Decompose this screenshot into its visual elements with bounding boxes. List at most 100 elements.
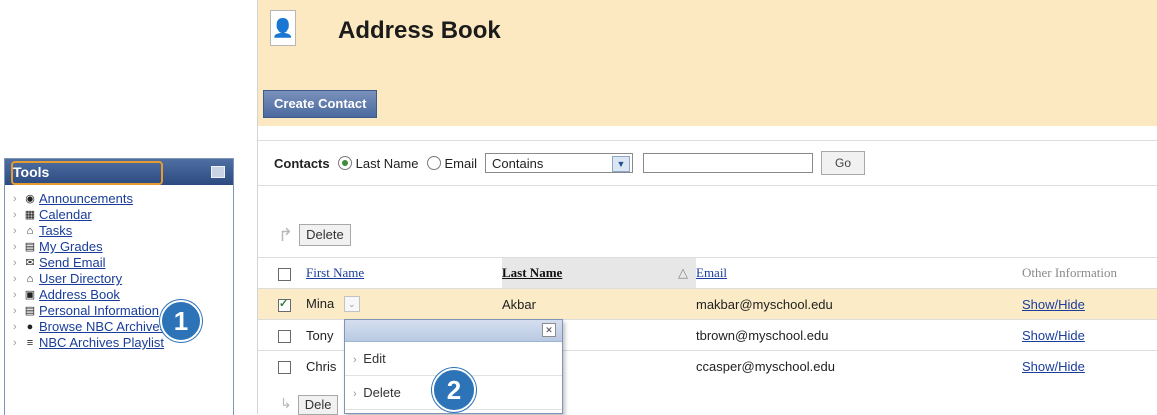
tools-item-tasks[interactable]: › ⌂ Tasks: [13, 223, 233, 239]
chevron-down-icon[interactable]: ▼: [612, 156, 631, 172]
close-icon[interactable]: ✕: [542, 323, 556, 337]
show-hide-link[interactable]: Show/Hide: [1022, 359, 1085, 374]
tools-item-announcements[interactable]: › ◉ Announcements: [13, 191, 233, 207]
radio-lastname[interactable]: Last Name: [337, 155, 419, 171]
nbc-archives-icon: ●: [26, 321, 34, 333]
row-select-cell: [258, 288, 306, 320]
radio-email-control[interactable]: [426, 156, 441, 170]
tools-panel: Tools › ◉ Announcements › ▦ Calendar › ⌂ Tasks › ▤…: [4, 158, 234, 415]
chevron-right-icon: ›: [13, 209, 17, 221]
chevron-right-icon: ›: [353, 388, 357, 400]
operator-select[interactable]: Contains ▼: [485, 153, 634, 173]
chevron-right-icon: ›: [13, 273, 17, 285]
radio-lastname-label: Last Name: [355, 155, 419, 171]
tools-item-label[interactable]: NBC Archives Playlist: [39, 335, 164, 351]
table-row: Mina ⌄ Akbar makbar@myschool.edu Show/Hi…: [258, 288, 1157, 320]
tools-item-label[interactable]: My Grades: [39, 239, 103, 255]
chevron-right-icon: ›: [13, 305, 17, 317]
delete-button-bottom[interactable]: Dele: [297, 395, 339, 415]
page-header: 👤 Address Book Create Contact: [258, 0, 1157, 126]
show-hide-link[interactable]: Show/Hide: [1022, 297, 1085, 312]
announcements-icon: ◉: [25, 193, 35, 205]
create-contact-button[interactable]: Create Contact: [263, 90, 378, 118]
radio-email-label: Email: [444, 155, 478, 171]
row-select-cell: [258, 350, 306, 381]
action-bar-top: ↱ Delete: [258, 218, 1157, 252]
tools-item-send-email[interactable]: › ✉ Send Email: [13, 255, 233, 271]
chevron-right-icon: ›: [13, 289, 17, 301]
col-last-name-link[interactable]: Last Name: [502, 265, 562, 280]
show-hide-link[interactable]: Show/Hide: [1022, 328, 1085, 343]
address-book-icon: ▣: [24, 289, 36, 301]
email-icon: ✉: [25, 257, 35, 269]
chevron-right-icon: ›: [13, 241, 17, 253]
email: tbrown@myschool.edu: [696, 319, 1022, 351]
other-info-cell: Show/Hide: [1022, 319, 1157, 351]
tools-item-label[interactable]: Address Book: [39, 287, 120, 303]
go-button[interactable]: Go: [821, 151, 866, 175]
selection-arrow-icon: ↱: [278, 224, 294, 245]
callout-2: 2: [432, 368, 476, 412]
grades-icon: ▤: [24, 241, 36, 253]
calendar-icon: ▦: [24, 209, 36, 221]
chevron-right-icon: ›: [353, 354, 357, 366]
context-menu-chevron-icon[interactable]: ⌄: [343, 296, 360, 313]
first-name-cell: Mina ⌄: [306, 288, 502, 320]
last-name: Akbar: [502, 288, 696, 320]
radio-lastname-control[interactable]: [337, 156, 352, 170]
other-info-cell: Show/Hide: [1022, 288, 1157, 320]
chevron-right-icon: ›: [13, 225, 17, 237]
select-all-cell: [258, 257, 306, 289]
tools-item-nbc-archives-playlist[interactable]: › ≡ NBC Archives Playlist: [13, 335, 233, 351]
tools-item-label[interactable]: Tasks: [39, 223, 72, 239]
col-email[interactable]: Email: [696, 257, 1022, 289]
row-checkbox[interactable]: [278, 360, 291, 374]
first-name: Mina: [306, 295, 335, 311]
tools-item-label[interactable]: Announcements: [39, 191, 133, 207]
col-email-link[interactable]: Email: [696, 265, 727, 280]
search-bar: Contacts Last Name Email Contains ▼ Go: [258, 140, 1157, 186]
tools-title: Tools: [13, 164, 50, 180]
delete-button[interactable]: Delete: [299, 224, 351, 246]
tools-item-label[interactable]: User Directory: [39, 271, 122, 287]
tools-item-address-book[interactable]: › ▣ Address Book: [13, 287, 233, 303]
chevron-right-icon: ›: [13, 321, 17, 333]
tools-item-user-directory[interactable]: › ⌂ User Directory: [13, 271, 233, 287]
selection-arrow-icon: ↳: [280, 395, 292, 411]
tools-item-label[interactable]: Browse NBC Archives: [39, 319, 166, 335]
col-other-info: Other Information: [1022, 257, 1157, 289]
menu-item-edit-label: Edit: [363, 351, 386, 366]
chevron-right-icon: ›: [13, 257, 17, 269]
tasks-icon: ⌂: [26, 225, 34, 237]
context-menu-header: ✕: [345, 320, 562, 342]
col-first-name[interactable]: First Name: [306, 257, 502, 289]
address-book-page-icon: 👤: [270, 10, 296, 46]
callout-1: 1: [160, 300, 202, 342]
operator-selected-value: Contains: [492, 155, 544, 171]
other-info-cell: Show/Hide: [1022, 350, 1157, 381]
email: makbar@myschool.edu: [696, 288, 1022, 320]
contacts-label: Contacts: [274, 155, 330, 171]
user-directory-icon: ⌂: [26, 273, 34, 285]
radio-email[interactable]: Email: [426, 155, 478, 171]
chevron-right-icon: ›: [13, 193, 17, 205]
sort-asc-icon[interactable]: △: [678, 265, 688, 281]
chevron-right-icon: ›: [13, 337, 17, 349]
col-last-name[interactable]: Last Name △: [502, 257, 696, 289]
playlist-icon: ≡: [26, 337, 34, 349]
row-select-cell: [258, 319, 306, 351]
personal-info-icon: ▤: [24, 305, 36, 317]
row-checkbox[interactable]: [278, 329, 291, 343]
tools-item-label[interactable]: Personal Information: [39, 303, 159, 319]
minimize-icon[interactable]: [211, 166, 225, 178]
search-input[interactable]: [643, 153, 814, 173]
table-header-row: First Name Last Name △ Email Other Infor…: [258, 257, 1157, 289]
email: ccasper@myschool.edu: [696, 350, 1022, 381]
tools-item-my-grades[interactable]: › ▤ My Grades: [13, 239, 233, 255]
select-all-checkbox[interactable]: [278, 267, 291, 281]
row-checkbox[interactable]: [278, 297, 291, 312]
tools-item-label[interactable]: Send Email: [39, 255, 105, 271]
col-first-name-link[interactable]: First Name: [306, 265, 364, 280]
tools-item-label[interactable]: Calendar: [39, 207, 92, 223]
tools-item-calendar[interactable]: › ▦ Calendar: [13, 207, 233, 223]
